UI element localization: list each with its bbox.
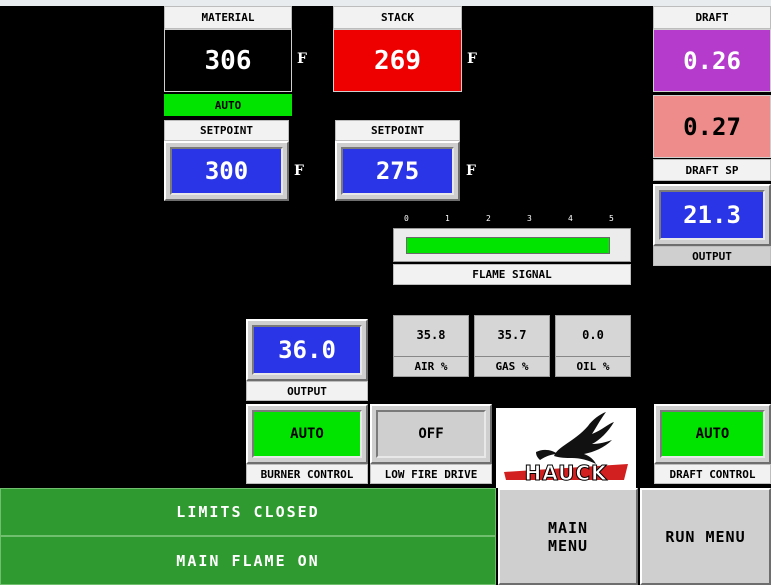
burner-output-value: 36.0 — [252, 325, 362, 375]
flame-tick-label: 4 — [568, 214, 573, 223]
material-setpoint-unit: F — [294, 163, 304, 179]
oil-percent-value: 0.0 — [582, 328, 604, 342]
draft-output-label: OUTPUT — [653, 246, 771, 266]
low-fire-drive-label: LOW FIRE DRIVE — [370, 464, 492, 484]
material-setpoint-button[interactable]: 300 — [164, 141, 289, 201]
flame-bar-frame — [393, 228, 631, 262]
gas-percent-value: 35.7 — [497, 328, 527, 342]
air-percent-value: 35.8 — [416, 328, 446, 342]
draft-output-value: 21.3 — [659, 190, 765, 240]
burner-control-button[interactable]: AUTO — [246, 404, 368, 464]
flame-signal-label: FLAME SIGNAL — [393, 264, 631, 285]
run-menu-button[interactable]: RUN MENU — [640, 488, 771, 585]
run-menu-label: RUN MENU — [665, 527, 746, 546]
draft-control-state: AUTO — [660, 410, 765, 458]
stack-setpoint-unit: F — [466, 163, 476, 179]
burner-control-state: AUTO — [252, 410, 362, 458]
stack-value: 269 — [333, 29, 462, 92]
main-menu-label-line1: MAIN — [547, 518, 589, 537]
material-unit: F — [297, 51, 307, 67]
stack-unit: F — [467, 51, 477, 67]
limits-status-text: LIMITS CLOSED — [176, 503, 320, 521]
draft-setpoint-label: DRAFT SP — [653, 159, 771, 181]
gas-percent-panel: 35.7 GAS % — [474, 315, 550, 377]
flame-tick-label: 0 — [404, 214, 409, 223]
flame-tick-label: 5 — [609, 214, 614, 223]
stack-setpoint-label: SETPOINT — [335, 120, 460, 141]
burner-output-label: OUTPUT — [246, 381, 368, 401]
burner-control-label: BURNER CONTROL — [246, 464, 368, 484]
stack-setpoint-button[interactable]: 275 — [335, 141, 460, 201]
burner-output-button[interactable]: 36.0 — [246, 319, 368, 381]
flame-tick-label: 1 — [445, 214, 450, 223]
oil-percent-panel: 0.0 OIL % — [555, 315, 631, 377]
flame-signal-gauge: 0 1 2 3 4 5 FLAME SIGNAL — [393, 214, 631, 286]
gas-percent-label: GAS % — [475, 356, 549, 376]
stack-setpoint-value: 275 — [341, 147, 454, 195]
main-menu-button[interactable]: MAIN MENU — [498, 488, 638, 585]
material-value: 306 — [164, 29, 292, 92]
low-fire-drive-button[interactable]: OFF — [370, 404, 492, 464]
flame-tick-label: 3 — [527, 214, 532, 223]
limits-status-bar: LIMITS CLOSED — [0, 488, 496, 536]
air-percent-panel: 35.8 AIR % — [393, 315, 469, 377]
oil-percent-label: OIL % — [556, 356, 630, 376]
material-label: MATERIAL — [164, 6, 292, 29]
draft-control-label: DRAFT CONTROL — [654, 464, 771, 484]
draft-label: DRAFT — [653, 6, 771, 29]
flame-tick-label: 2 — [486, 214, 491, 223]
material-mode-indicator: AUTO — [164, 94, 292, 116]
material-setpoint-label: SETPOINT — [164, 120, 289, 141]
material-setpoint-value: 300 — [170, 147, 283, 195]
air-percent-label: AIR % — [394, 356, 468, 376]
flame-bar-fill — [406, 237, 610, 254]
stack-label: STACK — [333, 6, 462, 29]
flame-status-text: MAIN FLAME ON — [176, 551, 320, 570]
low-fire-drive-state: OFF — [376, 410, 486, 458]
hauck-logo: HAUCK — [496, 408, 636, 488]
hauck-logo-text: HAUCK — [524, 461, 608, 486]
main-menu-label-line2: MENU — [547, 536, 589, 555]
draft-value: 0.26 — [653, 29, 771, 92]
draft-control-button[interactable]: AUTO — [654, 404, 771, 464]
flame-status-bar: MAIN FLAME ON — [0, 536, 496, 585]
draft-setpoint-value: 0.27 — [653, 95, 771, 158]
draft-output-button[interactable]: 21.3 — [653, 184, 771, 246]
